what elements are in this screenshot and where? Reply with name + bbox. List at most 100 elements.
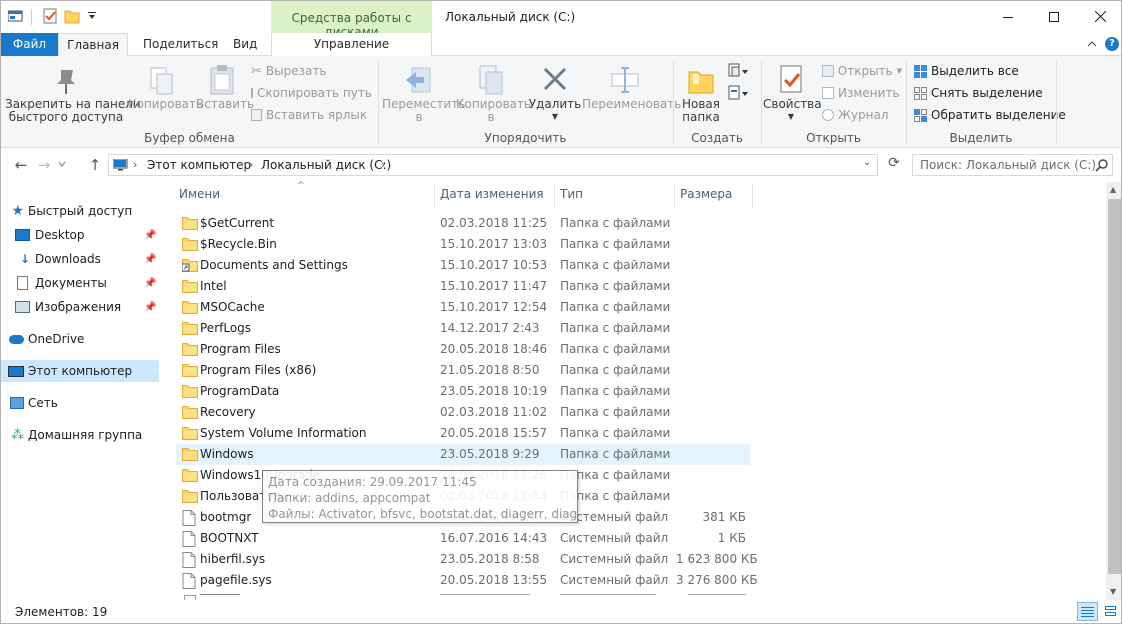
search-input[interactable]: Поиск: Локальный диск (C:) bbox=[912, 154, 1113, 176]
new-folder-quick-icon[interactable] bbox=[63, 7, 81, 25]
folder-icon bbox=[182, 321, 198, 338]
edit-button[interactable]: Изменить bbox=[822, 83, 902, 103]
tab-share[interactable]: Поделиться bbox=[133, 33, 228, 56]
close-button[interactable] bbox=[1077, 1, 1121, 32]
table-row[interactable]: pagefile.sys 20.05.2018 13:55 Системный фа… bbox=[176, 570, 758, 591]
nav-quick-access[interactable]: ★ Быстрый доступ bbox=[1, 200, 159, 222]
column-divider[interactable] bbox=[674, 184, 675, 208]
copy-path-button[interactable]: Скопировать путь bbox=[251, 83, 372, 103]
tab-view[interactable]: Вид bbox=[223, 33, 267, 56]
open-label: Открыть bbox=[837, 64, 893, 78]
nav-homegroup[interactable]: ⁂ Домашняя группа bbox=[1, 424, 159, 446]
delete-button[interactable]: Удалить ▼ bbox=[528, 62, 582, 128]
table-row[interactable]: hiberfil.sys 23.05.2018 8:58 Системный фай… bbox=[176, 549, 758, 570]
window-menu-icon[interactable] bbox=[7, 7, 25, 25]
select-all-button[interactable]: Выделить все bbox=[914, 61, 1064, 81]
nav-network[interactable]: Сеть bbox=[1, 392, 159, 414]
invert-selection-button[interactable]: Обратить выделение bbox=[914, 105, 1066, 125]
up-arrow-icon[interactable]: ↑ bbox=[85, 156, 105, 174]
large-icons-view-button[interactable] bbox=[1102, 603, 1120, 620]
nav-desktop[interactable]: Desktop 📌 bbox=[1, 224, 159, 246]
table-row[interactable]: Program Files (x86) 21.05.2018 8:50 Папка … bbox=[176, 360, 750, 381]
table-row[interactable]: $Recycle.Bin 15.10.2017 13:03 Папка с файл… bbox=[176, 234, 750, 255]
minimize-button[interactable] bbox=[985, 1, 1031, 32]
file-name: System Volume Information bbox=[200, 426, 367, 440]
copy-to-button[interactable]: Копировать в bbox=[456, 62, 531, 128]
properties-button[interactable]: Свойства ▼ bbox=[763, 62, 822, 128]
table-row[interactable]: PerfLogs 14.12.2017 2:43 Папка с файлами bbox=[176, 318, 750, 339]
ribbon-tabs: Файл Главная Поделиться Вид Управление ? bbox=[1, 33, 1121, 57]
column-size[interactable]: Размера bbox=[680, 187, 732, 205]
file-type: Папка с файлами bbox=[560, 342, 671, 356]
qat-customize-icon[interactable] bbox=[83, 7, 101, 25]
pin-icon[interactable]: 📌 bbox=[144, 230, 156, 241]
scroll-down-icon[interactable]: ▼ bbox=[1110, 587, 1116, 596]
column-name[interactable]: Имени bbox=[179, 187, 220, 205]
new-item-button[interactable] bbox=[727, 62, 751, 82]
help-icon[interactable]: ? bbox=[1105, 37, 1119, 51]
nav-pictures[interactable]: Изображения 📌 bbox=[1, 296, 159, 318]
forward-arrow-icon[interactable]: → bbox=[34, 156, 54, 174]
rename-label: Переименовать bbox=[582, 97, 682, 111]
scrollbar-thumb[interactable] bbox=[1108, 199, 1121, 574]
pin-icon[interactable]: 📌 bbox=[144, 278, 156, 289]
rename-icon bbox=[611, 67, 639, 93]
breadcrumb-this-pc[interactable]: Этот компьютер bbox=[147, 158, 251, 172]
maximize-button[interactable] bbox=[1031, 1, 1077, 32]
select-none-button[interactable]: Снять выделение bbox=[914, 83, 1064, 103]
nav-this-pc[interactable]: Этот компьютер bbox=[1, 360, 159, 382]
collapse-ribbon-icon[interactable] bbox=[1087, 38, 1099, 50]
nav-documents[interactable]: Документы 📌 bbox=[1, 272, 159, 294]
move-to-button[interactable]: Переместить в bbox=[382, 62, 465, 128]
back-arrow-icon[interactable]: ← bbox=[11, 156, 31, 174]
table-row[interactable]: System Volume Information 20.05.2018 15:5… bbox=[176, 423, 750, 444]
copy-path-icon bbox=[251, 88, 253, 98]
table-row[interactable]: Recovery 02.03.2018 11:02 Папка с файлами bbox=[176, 402, 750, 423]
paste-shortcut-button[interactable]: Вставить ярлык bbox=[251, 105, 371, 125]
pin-icon[interactable]: 📌 bbox=[144, 302, 156, 313]
details-view-button[interactable] bbox=[1077, 602, 1098, 621]
table-row[interactable]: $GetCurrent 02.03.2018 11:25 Папка с файла… bbox=[176, 213, 750, 234]
scroll-up-icon[interactable]: ▲ bbox=[1110, 185, 1116, 194]
select-all-icon bbox=[914, 64, 927, 78]
file-date: 15.10.2017 13:03 bbox=[440, 237, 548, 251]
open-button[interactable]: Открыть ▼ bbox=[822, 61, 902, 81]
table-row[interactable]: Windows 23.05.2018 9:29 Папка с файлами bbox=[176, 444, 750, 465]
cut-button[interactable]: ✂ Вырезать bbox=[251, 61, 371, 81]
pin-icon[interactable]: 📌 bbox=[144, 254, 156, 265]
refresh-icon[interactable]: ⟳ bbox=[884, 155, 904, 175]
table-row[interactable]: Program Files 20.05.2018 18:46 Папка с фай… bbox=[176, 339, 750, 360]
properties-quick-icon[interactable] bbox=[41, 7, 59, 25]
tooltip-folders: Папки: addins, appcompat bbox=[268, 491, 431, 505]
tab-manage[interactable]: Управление bbox=[271, 33, 432, 56]
history-button[interactable]: Журнал bbox=[822, 105, 902, 125]
table-row[interactable]: Documents and Settings 15.10.2017 10:53 Па… bbox=[176, 255, 750, 276]
tab-file[interactable]: Файл bbox=[1, 33, 58, 56]
copy-button[interactable]: Копировать bbox=[128, 62, 203, 118]
address-bar[interactable]: › Этот компьютер › Локальный диск (C:) ›… bbox=[108, 154, 878, 176]
breadcrumb-local-disk[interactable]: Локальный диск (C:) bbox=[261, 158, 391, 172]
table-row[interactable]: Intel 15.10.2017 11:47 Папка с файлами bbox=[176, 276, 750, 297]
column-date-modified[interactable]: Дата изменения bbox=[440, 187, 544, 205]
rename-button[interactable]: Переименовать bbox=[582, 62, 682, 118]
column-type[interactable]: Тип bbox=[560, 187, 583, 205]
column-divider[interactable] bbox=[554, 184, 555, 208]
new-folder-button[interactable]: Новая папка bbox=[679, 62, 723, 128]
recent-locations-icon[interactable] bbox=[57, 158, 71, 172]
easy-access-button[interactable] bbox=[727, 84, 751, 104]
table-row[interactable]: BOOTNXT 16.07.2016 14:43 Системный файл 1 К… bbox=[176, 528, 750, 549]
table-row[interactable]: MSOCache 15.10.2017 12:54 Папка с файлами bbox=[176, 297, 750, 318]
address-history-dropdown-icon[interactable]: ⌄ bbox=[863, 157, 871, 168]
table-row[interactable]: ProgramData 23.05.2018 10:19 Папка с файла… bbox=[176, 381, 750, 402]
new-item-icon bbox=[728, 63, 748, 77]
nav-downloads[interactable]: ↓ Downloads 📌 bbox=[1, 248, 159, 270]
column-divider[interactable] bbox=[752, 184, 753, 208]
file-name: ProgramData bbox=[200, 384, 280, 398]
tab-home[interactable]: Главная bbox=[58, 33, 128, 57]
file-type: Папка с файлами bbox=[560, 237, 671, 251]
nav-onedrive[interactable]: OneDrive bbox=[1, 328, 159, 350]
pin-to-quick-access-button[interactable]: Закрепить на панели быстрого доступа bbox=[5, 62, 141, 128]
clipboard-group-label: Буфер обмена bbox=[144, 131, 235, 145]
column-divider[interactable] bbox=[434, 184, 435, 208]
paste-button[interactable]: Вставить bbox=[196, 62, 254, 118]
